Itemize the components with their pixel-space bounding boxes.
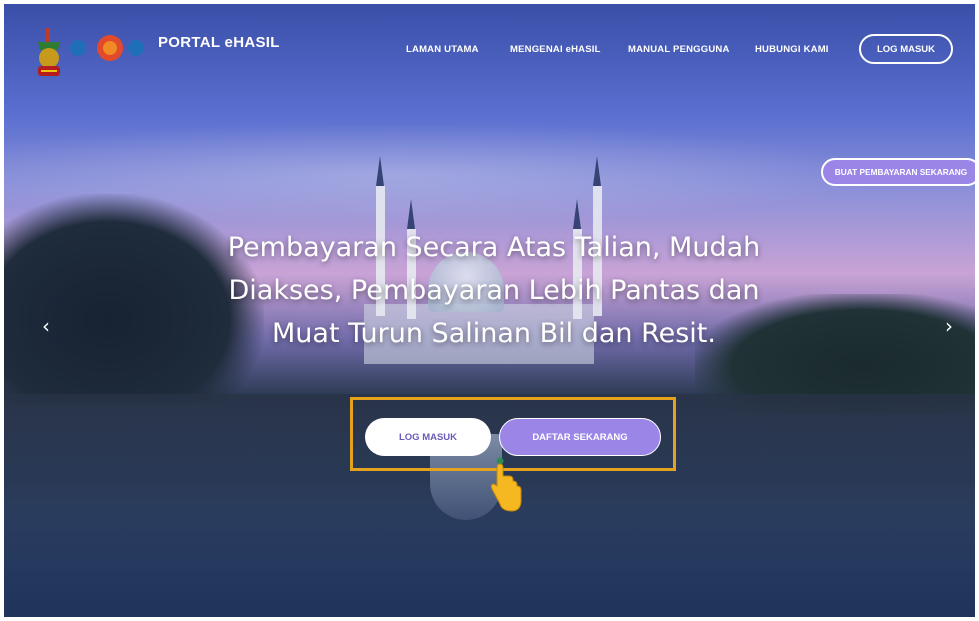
register-now-button[interactable]: DAFTAR SEKARANG [499, 418, 661, 456]
hero-line-3: Muat Turun Salinan Bil dan Resit. [272, 318, 716, 349]
nav-mengenai-ehasil[interactable]: MENGENAI eHASIL [510, 44, 601, 55]
nav-laman-utama[interactable]: LAMAN UTAMA [406, 44, 479, 55]
nav-manual-pengguna[interactable]: MANUAL PENGGUNA [628, 44, 730, 55]
hero-background: PORTAL eHASIL LAMAN UTAMA MENGENAI eHASI… [4, 4, 975, 617]
hero-line-1: Pembayaran Secara Atas Talian, Mudah [227, 232, 761, 263]
portal-title: PORTAL eHASIL [158, 34, 280, 51]
header-login-button[interactable]: LOG MASUK [859, 34, 953, 64]
hero-login-button[interactable]: LOG MASUK [365, 418, 491, 456]
carousel-next-icon[interactable]: › [945, 314, 953, 338]
hero-headline: Pembayaran Secara Atas Talian, Mudah Dia… [194, 226, 794, 355]
hero-line-2: Diakses, Pembayaran Lebih Pantas dan [228, 275, 760, 306]
make-payment-button[interactable]: BUAT PEMBAYARAN SEKARANG [821, 158, 975, 186]
top-navigation: PORTAL eHASIL LAMAN UTAMA MENGENAI eHASI… [4, 4, 975, 94]
nav-hubungi-kami[interactable]: HUBUNGI KAMI [755, 44, 829, 55]
hand-pointer-icon [490, 457, 522, 512]
ptgs-logo [70, 35, 144, 61]
carousel-prev-icon[interactable]: ‹ [42, 314, 50, 338]
state-crest-logo [38, 28, 60, 76]
